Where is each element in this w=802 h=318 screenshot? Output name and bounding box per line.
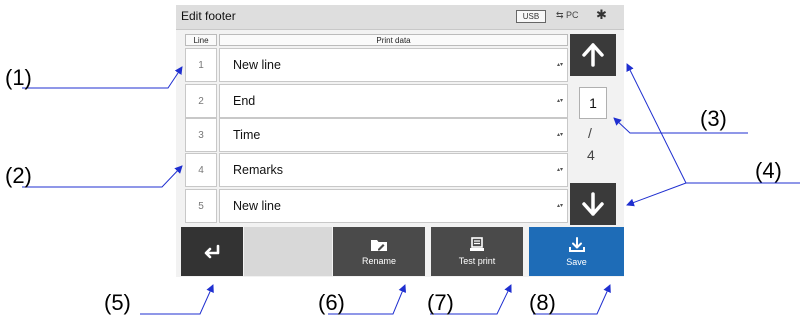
callout-label: (1) [5,65,32,90]
callout-leader-lines [22,63,800,315]
callout-label: (7) [427,290,454,315]
callout-label: (3) [700,106,727,131]
callout-label: (4) [755,158,782,183]
callout-label: (8) [529,290,556,315]
callout-label: (2) [5,163,32,188]
callout-label: (5) [104,290,131,315]
callout-label: (6) [318,290,345,315]
